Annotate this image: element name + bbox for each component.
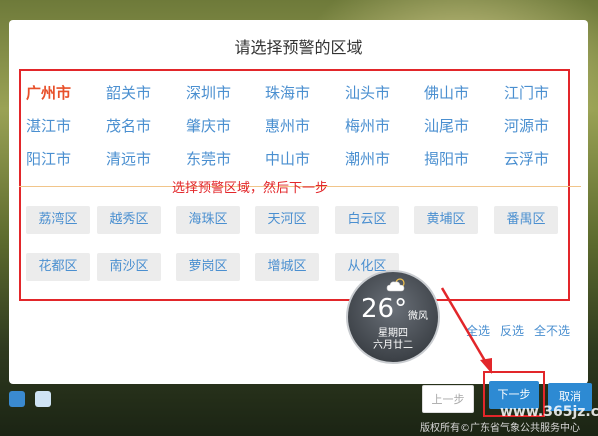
district-zengcheng[interactable]: 增城区	[255, 253, 319, 281]
city-foshan[interactable]: 佛山市	[424, 82, 469, 103]
district-luogang[interactable]: 萝岗区	[176, 253, 240, 281]
city-chaozhou[interactable]: 潮州市	[345, 148, 390, 169]
district-baiyun[interactable]: 白云区	[335, 206, 399, 234]
region-dialog: 请选择预警的区域 广州市 韶关市 深圳市 珠海市 汕头市 佛山市 江门市 湛江市…	[9, 20, 588, 384]
instruction-note: 选择预警区域，然后下一步	[172, 181, 329, 196]
weather-lunar-date: 六月廿二	[373, 340, 413, 351]
district-nansha[interactable]: 南沙区	[97, 253, 161, 281]
site-watermark: www.365jz.com	[500, 404, 598, 420]
district-tianhe[interactable]: 天河区	[255, 206, 319, 234]
city-jieyang[interactable]: 揭阳市	[424, 148, 469, 169]
district-liwan[interactable]: 荔湾区	[26, 206, 90, 234]
city-guangzhou[interactable]: 广州市	[26, 82, 71, 103]
city-huizhou[interactable]: 惠州市	[265, 115, 310, 136]
district-huangpu[interactable]: 黄埔区	[414, 206, 478, 234]
page-dot-1[interactable]	[9, 391, 25, 407]
district-yuexiu[interactable]: 越秀区	[97, 206, 161, 234]
city-yangjiang[interactable]: 阳江市	[26, 148, 71, 169]
district-huadu[interactable]: 花都区	[26, 253, 90, 281]
weather-widget: 26° 微风 星期四 六月廿二	[346, 270, 440, 364]
city-zhuhai[interactable]: 珠海市	[265, 82, 310, 103]
city-heyuan[interactable]: 河源市	[504, 115, 549, 136]
dialog-title: 请选择预警的区域	[234, 38, 363, 57]
city-yunfu[interactable]: 云浮市	[504, 148, 549, 169]
prev-button[interactable]: 上一步	[422, 385, 474, 413]
city-maoming[interactable]: 茂名市	[106, 115, 151, 136]
copyright-footer: 版权所有©广东省气象公共服务中心	[420, 423, 580, 434]
district-panyu[interactable]: 番禺区	[494, 206, 558, 234]
cloud-sun-icon	[386, 278, 405, 292]
page-dot-2[interactable]	[35, 391, 51, 407]
city-shenzhen[interactable]: 深圳市	[186, 82, 231, 103]
city-shaoguan[interactable]: 韶关市	[106, 82, 151, 103]
city-qingyuan[interactable]: 清远市	[106, 148, 151, 169]
district-haizhu[interactable]: 海珠区	[176, 206, 240, 234]
select-none-link[interactable]: 全不选	[534, 322, 570, 339]
city-jiangmen[interactable]: 江门市	[504, 82, 549, 103]
invert-selection-link[interactable]: 反选	[500, 322, 524, 339]
city-meizhou[interactable]: 梅州市	[345, 115, 390, 136]
city-shanwei[interactable]: 汕尾市	[424, 115, 469, 136]
weather-wind: 微风	[408, 311, 428, 322]
city-shantou[interactable]: 汕头市	[345, 82, 390, 103]
city-dongguan[interactable]: 东莞市	[186, 148, 231, 169]
city-zhanjiang[interactable]: 湛江市	[26, 115, 71, 136]
weather-temperature: 26°	[361, 294, 408, 324]
city-zhaoqing[interactable]: 肇庆市	[186, 115, 231, 136]
arrow-annotation	[440, 287, 492, 374]
city-zhongshan[interactable]: 中山市	[265, 148, 310, 169]
